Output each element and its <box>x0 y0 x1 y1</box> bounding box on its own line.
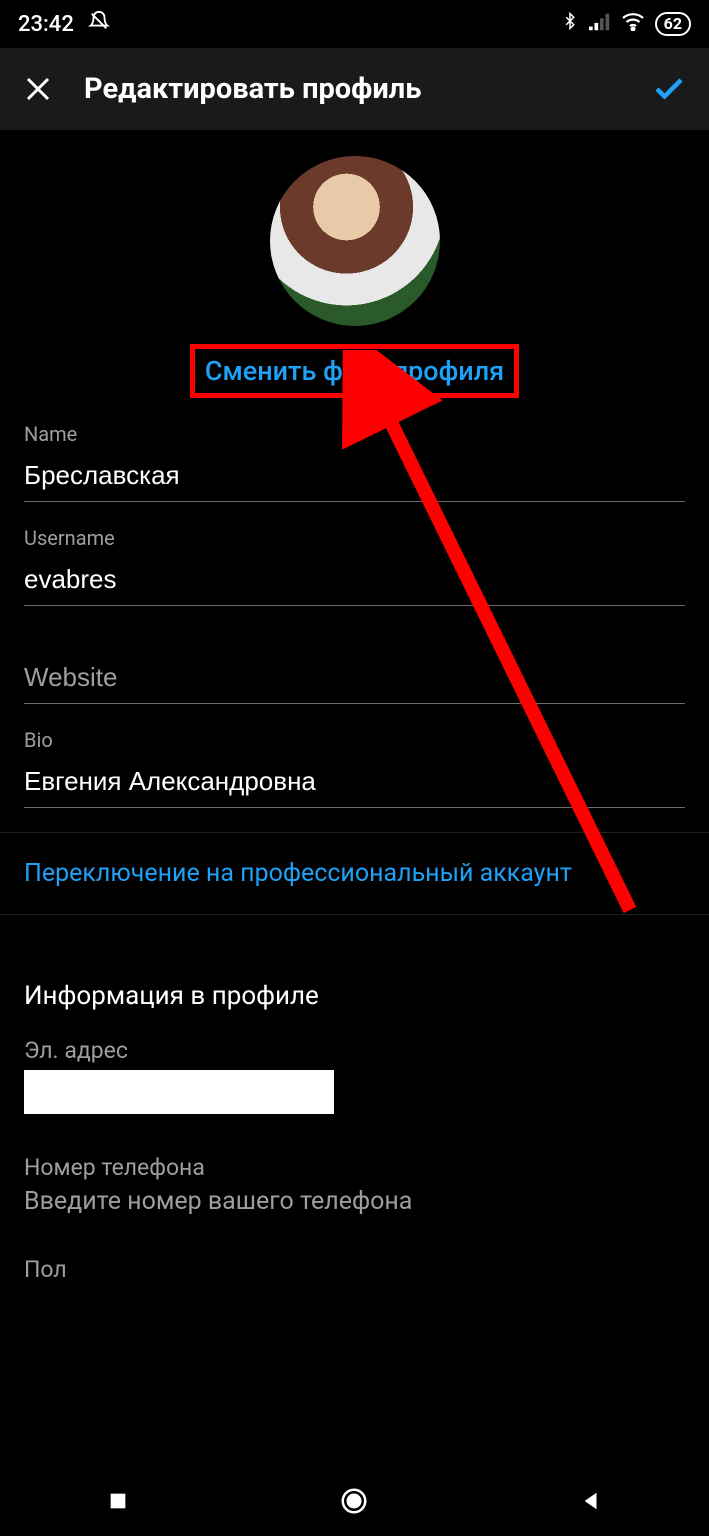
username-input[interactable] <box>24 558 685 606</box>
switch-professional-link[interactable]: Переключение на профессиональный аккаунт <box>0 832 709 915</box>
change-photo-link[interactable]: Сменить фото профиля <box>205 355 504 387</box>
website-field-group <box>24 656 685 704</box>
username-label: Username <box>24 526 685 550</box>
battery-indicator: 62 <box>655 12 691 36</box>
bluetooth-icon <box>561 10 579 38</box>
confirm-button[interactable] <box>651 71 687 107</box>
profile-info-section: Информация в профиле Эл. адрес Номер тел… <box>0 915 709 1283</box>
bio-label: Bio <box>24 728 685 752</box>
system-nav-bar <box>0 1466 709 1536</box>
name-field-group: Name <box>24 422 685 502</box>
name-input[interactable] <box>24 454 685 502</box>
profile-avatar[interactable] <box>270 156 440 326</box>
status-time: 23:42 <box>18 12 74 37</box>
page-title: Редактировать профиль <box>84 72 621 106</box>
edit-form: Name Username Bio <box>0 398 709 808</box>
bio-input[interactable] <box>24 760 685 808</box>
wifi-icon <box>621 11 645 37</box>
change-photo-highlight: Сменить фото профиля <box>190 344 519 398</box>
close-button[interactable] <box>22 73 54 105</box>
name-label: Name <box>24 422 685 446</box>
username-field-group: Username <box>24 526 685 606</box>
phone-label: Номер телефона <box>24 1154 685 1181</box>
gender-label: Пол <box>24 1256 685 1283</box>
nav-back-button[interactable] <box>573 1483 609 1519</box>
profile-info-title: Информация в профиле <box>24 981 685 1011</box>
email-value-redacted <box>24 1070 334 1114</box>
email-label: Эл. адрес <box>24 1037 685 1064</box>
mute-icon <box>88 10 110 38</box>
website-input[interactable] <box>24 656 685 704</box>
status-bar: 23:42 62 <box>0 0 709 48</box>
nav-home-button[interactable] <box>336 1483 372 1519</box>
app-header: Редактировать профиль <box>0 48 709 130</box>
bio-field-group: Bio <box>24 728 685 808</box>
email-block[interactable]: Эл. адрес <box>24 1037 685 1114</box>
signal-icon <box>589 12 611 37</box>
phone-block[interactable]: Номер телефона Введите номер вашего теле… <box>24 1154 685 1216</box>
nav-recent-button[interactable] <box>100 1483 136 1519</box>
phone-placeholder: Введите номер вашего телефона <box>24 1187 685 1216</box>
gender-block[interactable]: Пол <box>24 1256 685 1283</box>
